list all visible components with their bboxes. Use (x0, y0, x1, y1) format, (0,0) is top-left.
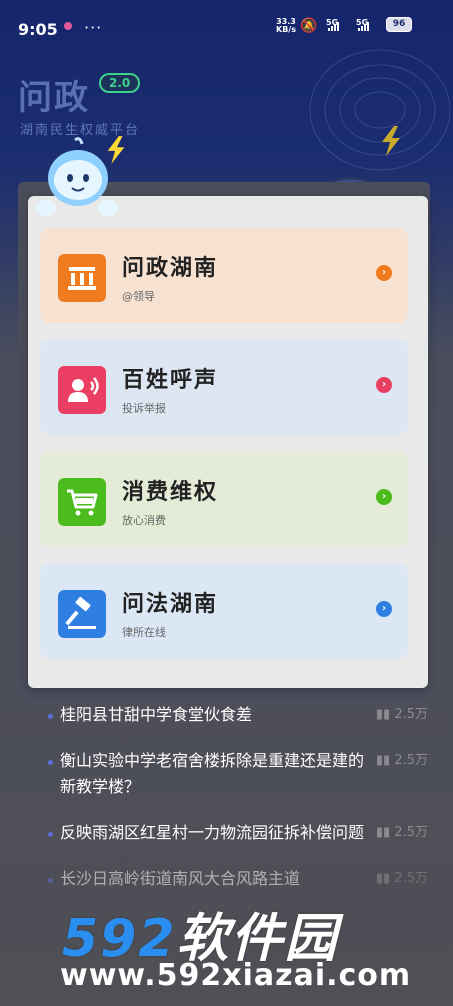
status-time: 9:05 (18, 20, 58, 39)
menu-item-title: 问政湖南 (122, 256, 219, 281)
bullet-icon (48, 878, 53, 883)
news-list: 桂阳县甘甜中学食堂伙食差 ▮▮ 2.5万 衡山实验中学老宿舍楼拆除是重建还是建的… (22, 690, 432, 900)
notification-app-icon (64, 22, 72, 30)
lightning-icon (382, 126, 400, 156)
menu-item-wenzheng-hunan[interactable]: 问政湖南 @领导 › (40, 228, 408, 323)
list-item[interactable]: 长沙日高岭街道南风大合风路主道 ▮▮ 2.5万 (22, 854, 432, 900)
chevron-right-icon: › (376, 489, 392, 505)
menu-item-baixing-husheng[interactable]: 百姓呼声 投诉举报 › (40, 340, 408, 435)
view-count: ▮▮ 2.5万 (375, 871, 428, 886)
bullet-icon (48, 760, 53, 765)
watermark-url: www.592xiazai.com (60, 958, 412, 993)
list-item[interactable]: 衡山实验中学老宿舍楼拆除是重建还是建的新教学楼？ ▮▮ 2.5万 (22, 736, 432, 808)
version-badge: 2.0 (99, 73, 141, 93)
service-menu-card: 问政湖南 @领导 › 百姓呼声 投诉举报 › 消费维权 放心消费 › 问法湖南 … (28, 196, 428, 688)
menu-item-xiaofei-weiquan[interactable]: 消费维权 放心消费 › (40, 452, 408, 547)
menu-item-title: 问法湖南 (122, 592, 219, 617)
menu-item-wenfa-hunan[interactable]: 问法湖南 律所在线 › (40, 564, 408, 659)
app-screen: 9:05 ··· 33.3 KB/s 🔕 5G 5G 96 问政 2.0 湖南民… (0, 0, 453, 1006)
lightning-icon (107, 136, 125, 164)
menu-item-subtitle: 律所在线 (122, 626, 166, 639)
menu-item-subtitle: 投诉举报 (122, 402, 166, 415)
app-logo-title: 问政 (18, 78, 90, 118)
news-title: 衡山实验中学老宿舍楼拆除是重建还是建的新教学楼？ (60, 751, 365, 796)
bullet-icon (48, 714, 53, 719)
news-title: 反映雨湖区红星村一力物流园征拆补偿问题 (60, 823, 365, 842)
menu-item-title: 消费维权 (122, 480, 219, 505)
speaker-person-icon (58, 366, 106, 414)
view-count: ▮▮ 2.5万 (375, 707, 428, 722)
list-item[interactable]: 反映雨湖区红星村一力物流园征拆补偿问题 ▮▮ 2.5万 (22, 808, 432, 854)
more-notifications-icon: ··· (84, 18, 103, 37)
bank-icon (58, 254, 106, 302)
shopping-cart-icon (58, 478, 106, 526)
signal-strength-icon (328, 22, 339, 31)
network-speed: 33.3 KB/s (276, 18, 296, 34)
view-count: ▮▮ 2.5万 (375, 753, 428, 768)
view-count: ▮▮ 2.5万 (375, 825, 428, 840)
news-title: 桂阳县甘甜中学食堂伙食差 (60, 705, 253, 724)
signal-strength-icon (358, 22, 369, 31)
menu-item-subtitle: @领导 (122, 290, 155, 303)
chevron-right-icon: › (376, 377, 392, 393)
gavel-icon (58, 590, 106, 638)
menu-item-subtitle: 放心消费 (122, 514, 166, 527)
network-speed-unit: KB/s (276, 25, 296, 34)
battery-icon: 96 (386, 17, 412, 32)
list-item[interactable]: 桂阳县甘甜中学食堂伙食差 ▮▮ 2.5万 (22, 690, 432, 736)
mute-icon: 🔕 (300, 18, 318, 34)
chevron-right-icon: › (376, 601, 392, 617)
news-title: 长沙日高岭街道南风大合风路主道 (60, 869, 301, 888)
bullet-icon (48, 832, 53, 837)
chevron-right-icon: › (376, 265, 392, 281)
menu-item-title: 百姓呼声 (122, 368, 219, 393)
